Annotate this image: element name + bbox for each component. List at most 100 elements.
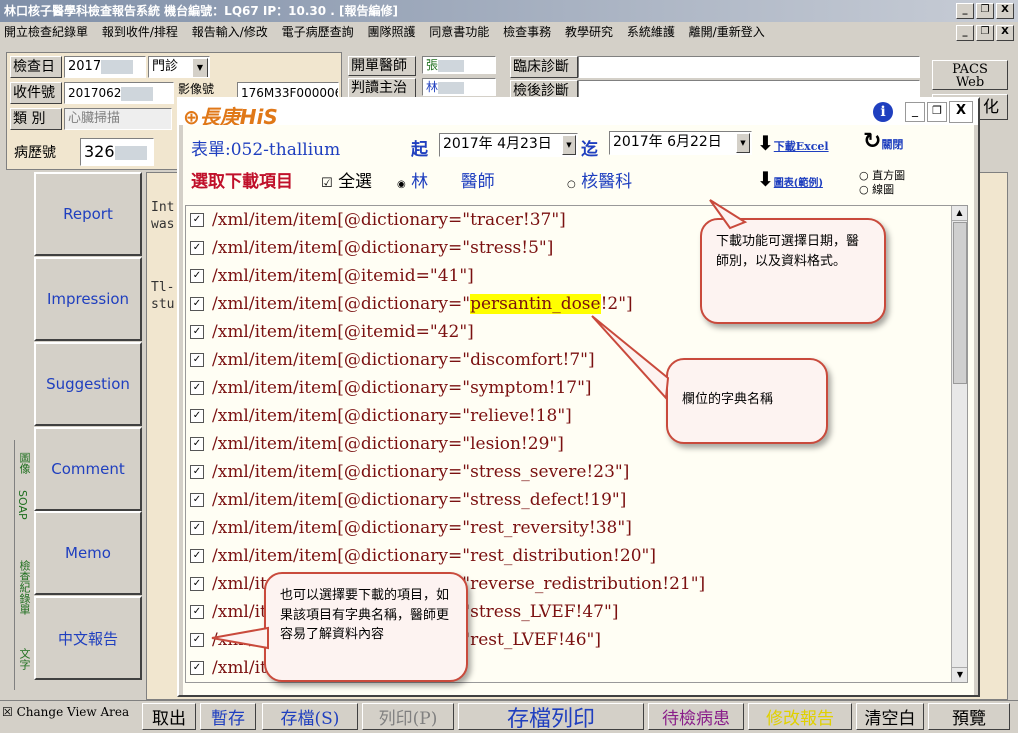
chevron-down-icon[interactable]: ▼ <box>736 133 750 153</box>
waiting-patients-button[interactable]: 待檢病患 <box>648 703 744 730</box>
dept-radio[interactable]: ○ 核醫科 <box>567 167 632 192</box>
checkbox-icon[interactable]: ✓ <box>190 409 204 423</box>
preview-button[interactable]: 預覽 <box>928 703 1010 730</box>
dialog-maximize-button[interactable]: ❐ <box>927 102 947 122</box>
list-item[interactable]: ✓ /xml/item/item[@dictionary=" relieve!18"… <box>190 403 572 429</box>
list-item[interactable]: ✓ /xml/item/item[@itemid="42"] <box>190 319 474 345</box>
info-icon[interactable]: i <box>873 102 893 122</box>
list-item[interactable]: ✓ /xml/item/item[@dictionary=" stress_seve… <box>190 459 629 485</box>
list-scrollbar[interactable]: ▲ ▼ <box>951 206 967 682</box>
checkbox-icon[interactable]: ✓ <box>190 297 204 311</box>
tab-exam-record[interactable]: 檢查紀錄單 <box>16 560 32 615</box>
chart-download-label: 圖表(範例) <box>773 178 823 189</box>
maximize-button[interactable]: ❐ <box>976 3 994 19</box>
child-minimize-button[interactable]: _ <box>956 25 974 41</box>
checkbox-icon[interactable]: ✓ <box>190 353 204 367</box>
exam-date-field[interactable]: 2017 <box>64 56 146 78</box>
linechart-radio[interactable]: ○ 線圖 <box>859 181 894 197</box>
checkbox-icon[interactable]: ✓ <box>190 549 204 563</box>
pacs-web-button[interactable]: PACS Web <box>932 60 1008 90</box>
checkbox-icon[interactable]: ✓ <box>190 577 204 591</box>
list-item[interactable]: ✓ /xml/item/item[@dictionary=" discomfort!… <box>190 347 595 373</box>
dialog-title-bar: ⊕長庚HiS i _ ❐ X <box>179 99 978 129</box>
close-dialog-button[interactable]: ↻關閉 <box>863 129 903 154</box>
clinical-dx-field[interactable] <box>578 56 920 78</box>
menu-item-checkin[interactable]: 報到收件/排程 <box>102 25 178 39</box>
menu-item-team-care[interactable]: 團隊照護 <box>367 25 415 39</box>
scroll-thumb[interactable] <box>953 222 967 384</box>
list-item[interactable]: ✓ /xml/item/item[@dictionary=" stress!5"] <box>190 235 553 261</box>
list-item[interactable]: ✓ /xml/item/item[@dictionary=" tracer!37"] <box>190 207 566 233</box>
select-all-checkbox[interactable]: ☑ 全選 <box>321 167 372 192</box>
scroll-down-arrow[interactable]: ▼ <box>952 667 967 682</box>
list-item[interactable]: ✓ /xml/item/item[@dictionary=" rest_revers… <box>190 515 632 541</box>
redacted-mask <box>438 81 465 94</box>
checkbox-icon[interactable]: ✓ <box>190 325 204 339</box>
comment-button[interactable]: Comment <box>34 427 142 511</box>
list-item[interactable]: ✓ /xml/item/item[@itemid="41"] <box>190 263 474 289</box>
menu-item-exam-affairs[interactable]: 檢查事務 <box>503 25 551 39</box>
menu-item-logout[interactable]: 離開/重新登入 <box>689 25 765 39</box>
reading-doctor-field[interactable]: 林 <box>422 78 496 96</box>
child-close-button[interactable]: X <box>996 25 1014 41</box>
to-date-picker[interactable]: 2017年 6月22日 ▼ <box>609 131 752 155</box>
doctor-radio[interactable]: ◉ 林 醫師 <box>397 167 495 192</box>
checkbox-icon[interactable]: ✓ <box>190 381 204 395</box>
menu-item-emr-query[interactable]: 電子病歷查詢 <box>282 25 354 39</box>
impression-button[interactable]: Impression <box>34 257 142 341</box>
minimize-button[interactable]: _ <box>956 3 974 19</box>
checkbox-icon[interactable]: ✓ <box>190 661 204 675</box>
checkbox-icon[interactable]: ✓ <box>190 521 204 535</box>
from-date-picker[interactable]: 2017年 4月23日 ▼ <box>439 133 578 157</box>
type-select[interactable]: 心臟掃描 <box>64 108 172 130</box>
menu-item-system[interactable]: 系統維護 <box>627 25 675 39</box>
close-button[interactable]: X <box>996 3 1014 19</box>
save-print-button[interactable]: 存檔列印 <box>458 703 644 732</box>
menu-item-open-exam[interactable]: 開立檢查紀錄單 <box>4 25 88 39</box>
suggestion-button[interactable]: Suggestion <box>34 342 142 426</box>
checkbox-icon[interactable]: ✓ <box>190 241 204 255</box>
from-label: 起 <box>411 140 428 160</box>
checkbox-icon[interactable]: ✓ <box>190 605 204 619</box>
tab-text[interactable]: 文字 <box>16 648 32 670</box>
chinese-report-button[interactable]: 中文報告 <box>34 596 142 680</box>
checkbox-icon[interactable]: ✓ <box>190 493 204 507</box>
checkbox-icon[interactable]: ✓ <box>190 213 204 227</box>
print-button[interactable]: 列印(P) <box>362 703 454 730</box>
chevron-down-icon[interactable]: ▼ <box>192 58 208 77</box>
report-button[interactable]: Report <box>34 172 142 256</box>
dialog-close-button[interactable]: X <box>949 101 973 123</box>
order-doctor-field[interactable]: 張 <box>422 56 496 74</box>
chevron-down-icon[interactable]: ▼ <box>562 135 576 155</box>
child-maximize-button[interactable]: ❐ <box>976 25 994 41</box>
change-view-area[interactable]: ☒ Change View Area <box>2 705 129 719</box>
list-item[interactable]: ✓ /xml/item/item[@dictionary=" lesion!29"] <box>190 431 564 457</box>
temp-save-button[interactable]: 暫存 <box>200 703 256 730</box>
chart-no-field[interactable]: 326 <box>80 138 154 166</box>
scroll-up-arrow[interactable]: ▲ <box>952 206 967 221</box>
memo-button[interactable]: Memo <box>34 511 142 595</box>
menu-item-report-input[interactable]: 報告輸入/修改 <box>192 25 268 39</box>
clinic-select[interactable]: 門診 ▼ <box>148 56 210 78</box>
clear-blank-button[interactable]: 清空白 <box>856 703 924 730</box>
checkbox-icon[interactable]: ✓ <box>190 465 204 479</box>
checkbox-icon[interactable]: ✓ <box>190 437 204 451</box>
list-item[interactable]: ✓ /xml/item/item[@dictionary=" rest_distri… <box>190 543 656 569</box>
menu-item-teaching[interactable]: 教學研究 <box>565 25 613 39</box>
tab-images[interactable]: 圖像 <box>16 452 32 474</box>
chart-download-button[interactable]: ⬇圖表(範例) <box>757 167 823 191</box>
menu-item-consent[interactable]: 同意書功能 <box>429 25 489 39</box>
list-item[interactable]: ✓ /xml/item/item[@dictionary=" stress_defe… <box>190 487 626 513</box>
list-item[interactable]: ✓ /xml/item/item[@dictionary=" symptom!17"… <box>190 375 592 401</box>
checkbox-icon[interactable]: ✓ <box>190 633 204 647</box>
tab-soap[interactable]: SOAP <box>16 490 29 520</box>
save-button[interactable]: 存檔(S) <box>262 703 358 730</box>
edit-report-button[interactable]: 修改報告 <box>748 703 852 730</box>
download-excel-button[interactable]: ⬇下載Excel <box>757 131 829 155</box>
retrieve-button[interactable]: 取出 <box>142 703 196 730</box>
dialog-minimize-button[interactable]: _ <box>905 102 925 122</box>
list-item[interactable]: ✓ /xml/item/item[@dictionary=" persantin_d… <box>190 291 633 317</box>
receipt-field[interactable]: 2017062 <box>64 82 174 104</box>
to-label: 迄 <box>581 140 598 160</box>
checkbox-icon[interactable]: ✓ <box>190 269 204 283</box>
